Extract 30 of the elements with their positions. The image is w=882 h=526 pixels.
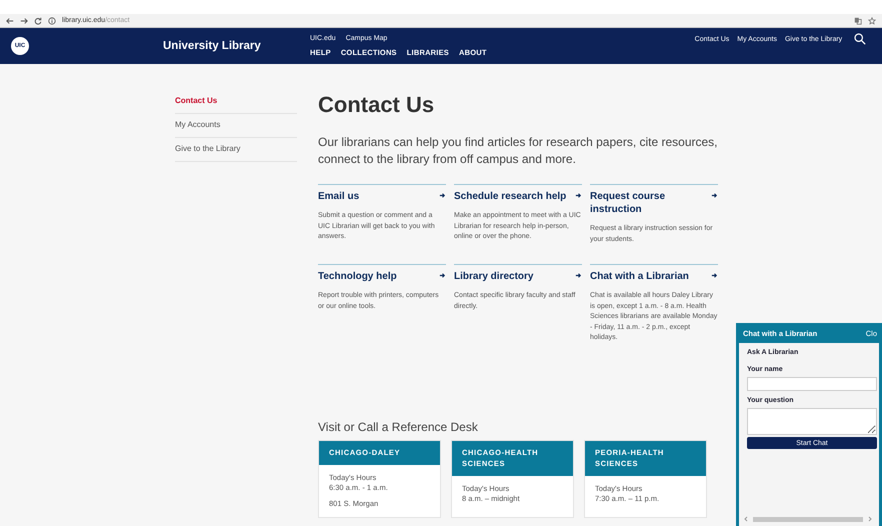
arrow-icon: [711, 272, 718, 279]
forward-icon[interactable]: [20, 16, 28, 24]
reload-icon[interactable]: [34, 16, 42, 24]
site-title[interactable]: University Library: [163, 40, 310, 52]
arrow-icon: [575, 272, 582, 279]
sidebar-link[interactable]: Contact Us: [175, 92, 297, 114]
service-link[interactable]: Schedule research help: [454, 190, 566, 203]
input-field[interactable]: [747, 377, 877, 391]
scroll-left-icon[interactable]: [743, 516, 749, 522]
arrow-icon: [439, 272, 446, 279]
arrow-icon: [575, 192, 582, 199]
intro-text: Our librarians can help you find articles for research papers, cite resources, connect to the library from off campus and more.: [318, 134, 719, 168]
star-icon[interactable]: [868, 16, 876, 24]
back-icon[interactable]: [6, 16, 14, 24]
arrow-icon: [439, 192, 446, 199]
service-link[interactable]: Request course instruction: [590, 190, 711, 216]
scrollbar-thumb[interactable]: [753, 516, 863, 522]
search-icon[interactable]: [854, 33, 866, 45]
scroll-right-icon[interactable]: [867, 516, 873, 522]
arrow-icon: [711, 192, 718, 199]
sidebar-link[interactable]: Give to the Library: [175, 138, 297, 162]
page-title: Contact Us: [318, 92, 436, 118]
sidebar-link[interactable]: My Accounts: [175, 114, 297, 138]
service-link[interactable]: Email us: [318, 190, 360, 203]
section-heading: Visit or Call a Reference Desk: [318, 420, 479, 434]
service-link[interactable]: Chat with a Librarian: [590, 270, 689, 283]
info-icon[interactable]: [48, 16, 56, 24]
service-link[interactable]: Library directory: [454, 270, 534, 283]
translate-icon[interactable]: [854, 16, 862, 24]
service-link[interactable]: Technology help: [318, 270, 397, 283]
